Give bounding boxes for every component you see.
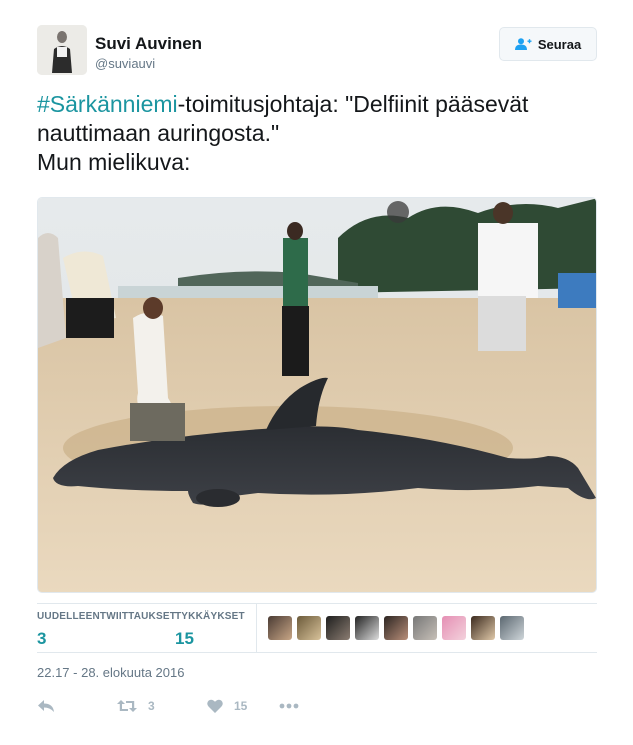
hashtag-link[interactable]: #Särkänniemi bbox=[37, 91, 178, 117]
tweet-header: Suvi Auvinen @suviauvi Seuraa bbox=[37, 25, 597, 77]
display-name[interactable]: Suvi Auvinen bbox=[95, 34, 202, 54]
retweets-count: 3 bbox=[37, 629, 47, 648]
avatar[interactable] bbox=[37, 25, 87, 75]
heart-icon bbox=[207, 699, 223, 713]
tweet-line-1: #Särkänniemi-toimitusjohtaja: "Delfiinit… bbox=[37, 90, 597, 119]
liker-avatar[interactable] bbox=[297, 616, 321, 640]
avatar-portrait bbox=[37, 25, 87, 75]
tweet-actions: 3 15 bbox=[37, 695, 299, 717]
retweet-button[interactable]: 3 bbox=[117, 699, 207, 713]
tweet-text: #Särkänniemi-toimitusjohtaja: "Delfiinit… bbox=[37, 90, 597, 177]
follow-user-icon bbox=[514, 38, 532, 50]
tweet-photo[interactable] bbox=[37, 197, 597, 593]
liker-avatar[interactable] bbox=[500, 616, 524, 640]
retweet-icon bbox=[117, 700, 137, 712]
user-handle[interactable]: @suviauvi bbox=[95, 56, 155, 71]
likes-stat[interactable]: TYKKÄYKSET 15 bbox=[175, 611, 245, 649]
follow-button[interactable]: Seuraa bbox=[499, 27, 597, 61]
reply-button[interactable] bbox=[37, 699, 117, 713]
tweet-line-1-text: -toimitusjohtaja: "Delfiinit pääsevät bbox=[177, 91, 529, 117]
likes-count: 15 bbox=[175, 629, 194, 648]
tweet-timestamp[interactable]: 22.17 - 28. elokuuta 2016 bbox=[37, 665, 184, 680]
more-dots-icon bbox=[279, 703, 299, 709]
retweets-stat[interactable]: UUDELLEENTWIITTAUKSET 3 bbox=[37, 611, 176, 649]
tweet-line-3: Mun mielikuva: bbox=[37, 149, 191, 175]
like-button[interactable]: 15 bbox=[207, 699, 279, 713]
retweets-label: UUDELLEENTWIITTAUKSET bbox=[37, 611, 177, 622]
stats-divider bbox=[256, 604, 257, 652]
liker-avatar[interactable] bbox=[413, 616, 437, 640]
liker-avatar[interactable] bbox=[442, 616, 466, 640]
liker-avatar[interactable] bbox=[355, 616, 379, 640]
beach-dolphin-photo bbox=[38, 198, 596, 592]
likes-label: TYKKÄYKSET bbox=[175, 611, 245, 622]
liker-avatar[interactable] bbox=[471, 616, 495, 640]
liker-avatars bbox=[268, 616, 524, 640]
like-count: 15 bbox=[234, 699, 248, 713]
liker-avatar[interactable] bbox=[268, 616, 292, 640]
retweet-count: 3 bbox=[148, 699, 155, 713]
more-button[interactable] bbox=[279, 703, 299, 709]
reply-icon bbox=[38, 700, 54, 712]
follow-button-label: Seuraa bbox=[537, 36, 582, 52]
liker-avatar[interactable] bbox=[326, 616, 350, 640]
liker-avatar[interactable] bbox=[384, 616, 408, 640]
tweet-line-2: nauttimaan auringosta." bbox=[37, 120, 280, 146]
engagement-stats: UUDELLEENTWIITTAUKSET 3 TYKKÄYKSET 15 bbox=[37, 603, 597, 653]
